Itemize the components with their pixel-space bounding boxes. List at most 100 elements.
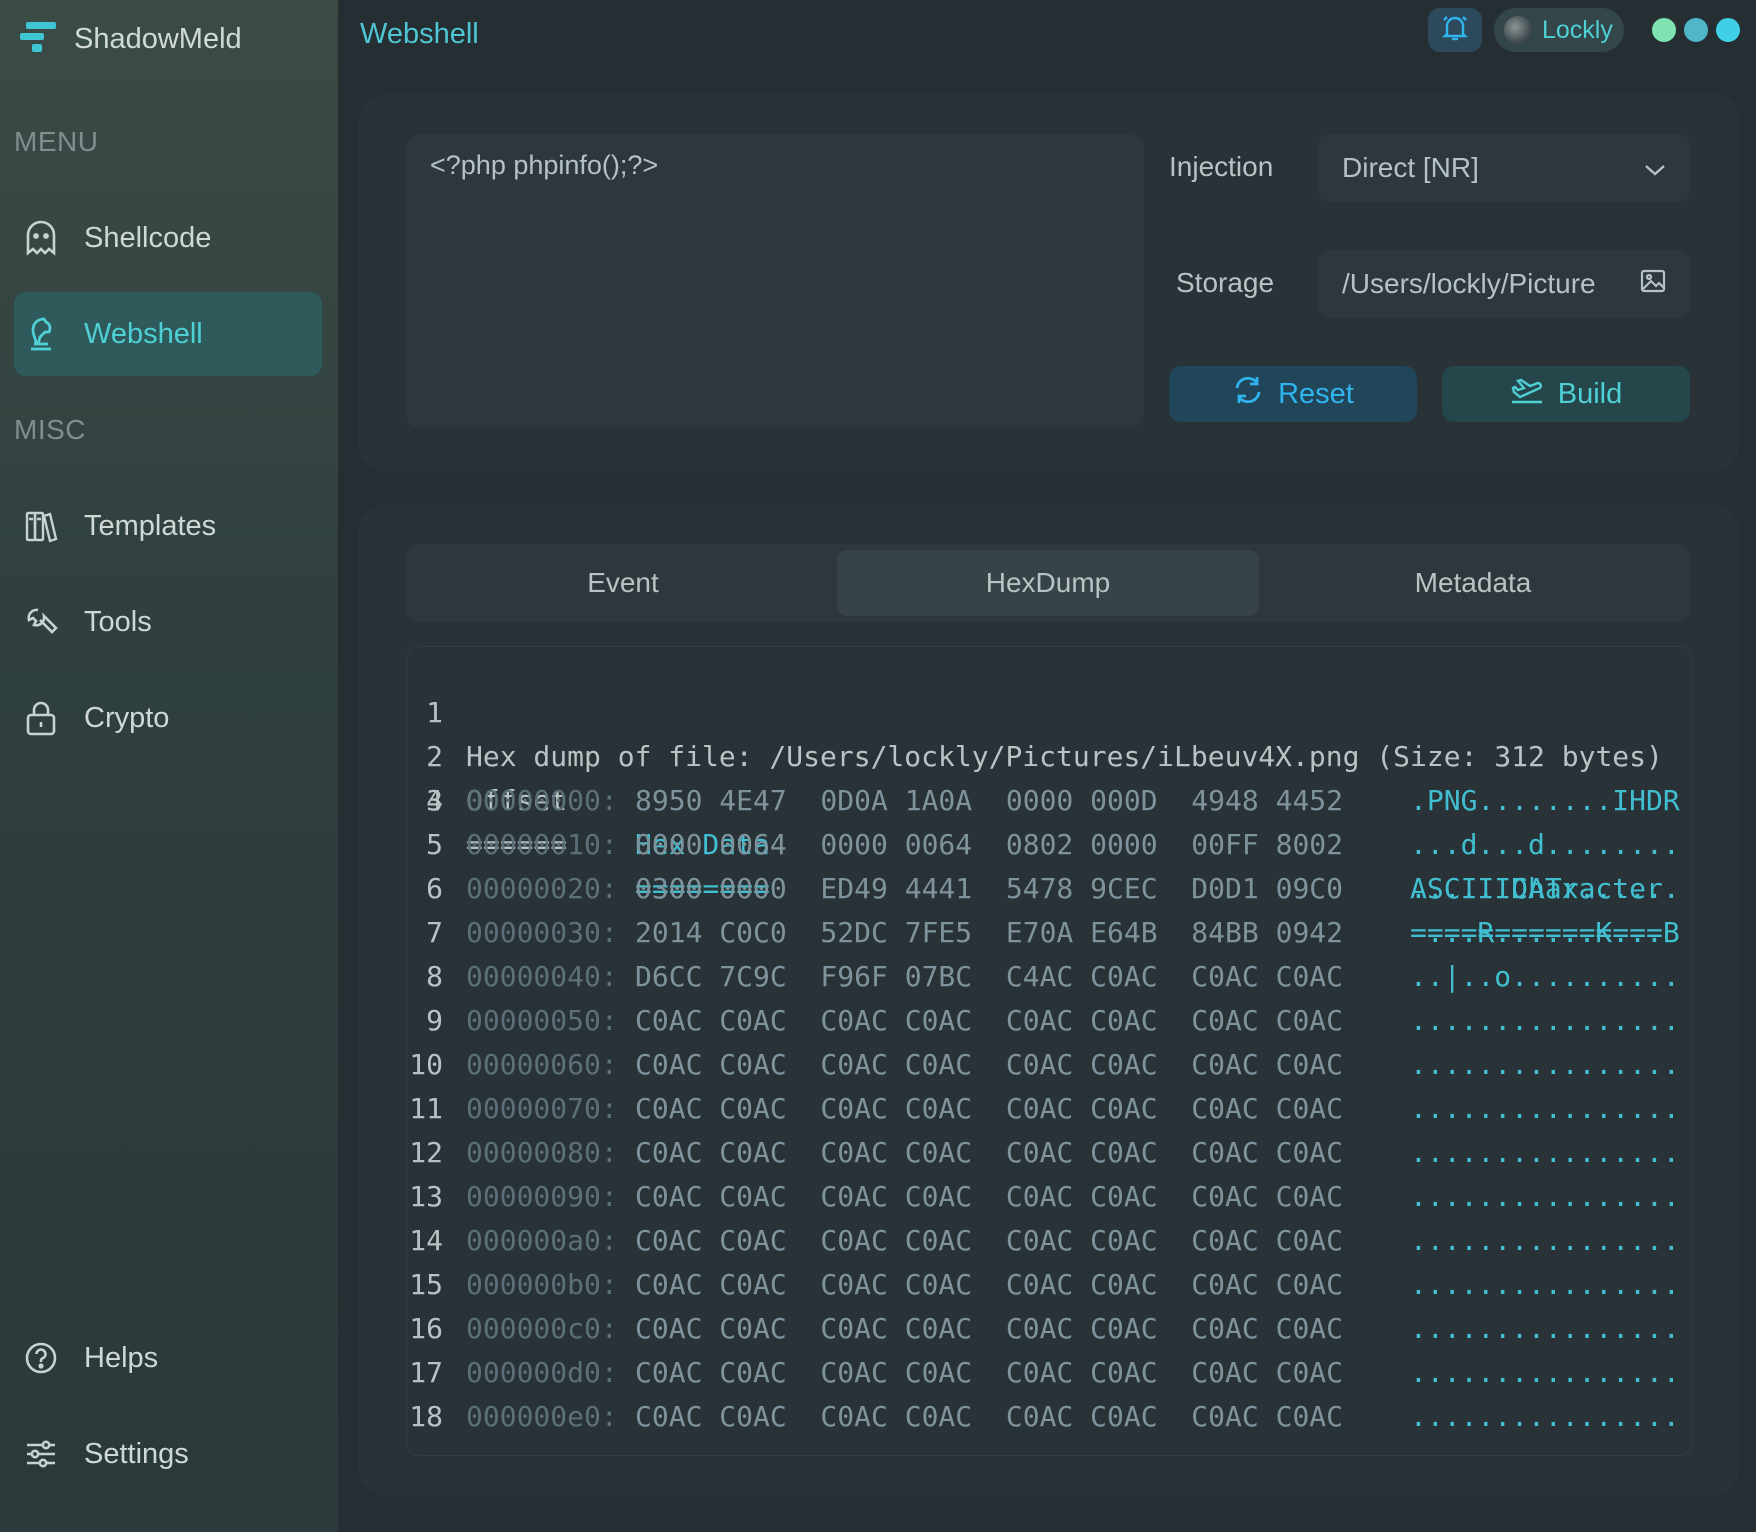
line-number: 14 bbox=[409, 1224, 443, 1257]
menu-section-label: MENU bbox=[14, 126, 99, 157]
injection-label: Injection bbox=[1169, 151, 1274, 182]
line-number: 10 bbox=[409, 1048, 443, 1081]
row-offset: 000000c0: bbox=[466, 1312, 618, 1345]
row-ascii: .....IDATx...... bbox=[1410, 872, 1680, 905]
chevron-down-icon bbox=[1644, 152, 1666, 184]
line-number: 12 bbox=[409, 1136, 443, 1169]
window-dot-cyan[interactable] bbox=[1716, 18, 1740, 42]
line-number: 9 bbox=[426, 1004, 443, 1037]
hexdump-viewer[interactable]: 1 Hex dump of file: /Users/lockly/Pictur… bbox=[406, 646, 1692, 1456]
ghost-icon bbox=[22, 219, 60, 257]
row-hex: C0AC C0AC C0AC C0AC C0AC C0AC C0AC C0AC bbox=[635, 1224, 1344, 1257]
books-icon bbox=[22, 507, 60, 545]
sidebar-item-label: Settings bbox=[84, 1437, 189, 1470]
row-hex: C0AC C0AC C0AC C0AC C0AC C0AC C0AC C0AC bbox=[635, 1004, 1344, 1037]
row-hex: C0AC C0AC C0AC C0AC C0AC C0AC C0AC C0AC bbox=[635, 1268, 1344, 1301]
line-number: 16 bbox=[409, 1312, 443, 1345]
window-dot-teal[interactable] bbox=[1684, 18, 1708, 42]
row-hex: C0AC C0AC C0AC C0AC C0AC C0AC C0AC C0AC bbox=[635, 1136, 1344, 1169]
window-dot-green[interactable] bbox=[1652, 18, 1676, 42]
sidebar-item-label: Webshell bbox=[84, 317, 203, 350]
sidebar-item-helps[interactable]: Helps bbox=[14, 1316, 322, 1400]
row-hex: C0AC C0AC C0AC C0AC C0AC C0AC C0AC C0AC bbox=[635, 1180, 1344, 1213]
avatar bbox=[1504, 16, 1532, 44]
sidebar-item-settings[interactable]: Settings bbox=[14, 1412, 322, 1496]
code-editor-content: <?php phpinfo();?> bbox=[430, 150, 659, 180]
hexdump-line: 2 Offset Hex Data ASCII Character bbox=[407, 691, 1663, 905]
tab-hexdump[interactable]: HexDump bbox=[837, 550, 1259, 616]
help-circle-icon bbox=[22, 1339, 60, 1377]
sidebar-item-label: Shellcode bbox=[84, 221, 212, 254]
notifications-button[interactable] bbox=[1428, 8, 1482, 52]
code-editor[interactable]: <?php phpinfo();?> bbox=[406, 134, 1144, 428]
build-label: Build bbox=[1557, 377, 1623, 410]
row-offset: 000000b0: bbox=[466, 1268, 618, 1301]
build-button[interactable]: Build bbox=[1442, 366, 1690, 422]
row-offset: 00000040: bbox=[466, 960, 618, 993]
row-offset: 00000070: bbox=[466, 1092, 618, 1125]
line-number: 6 bbox=[426, 872, 443, 905]
row-offset: 00000000: bbox=[466, 784, 618, 817]
sidebar-item-templates[interactable]: Templates bbox=[14, 484, 322, 568]
row-offset: 00000050: bbox=[466, 1004, 618, 1037]
line-number: 17 bbox=[409, 1356, 443, 1389]
row-offset: 000000e0: bbox=[466, 1400, 618, 1433]
row-offset: 000000d0: bbox=[466, 1356, 618, 1389]
row-offset: 00000090: bbox=[466, 1180, 618, 1213]
sliders-icon bbox=[22, 1435, 60, 1473]
row-offset: 00000060: bbox=[466, 1048, 618, 1081]
bell-icon bbox=[1442, 14, 1468, 47]
sidebar-item-shellcode[interactable]: Shellcode bbox=[14, 196, 322, 280]
sidebar-item-label: Helps bbox=[84, 1341, 159, 1374]
window-controls bbox=[1652, 18, 1740, 42]
row-ascii: ................ bbox=[1410, 1048, 1680, 1081]
chess-knight-icon bbox=[22, 315, 60, 353]
row-hex: C0AC C0AC C0AC C0AC C0AC C0AC C0AC C0AC bbox=[635, 1312, 1344, 1345]
row-ascii: ...d...d........ bbox=[1410, 828, 1680, 861]
row-ascii: .PNG........IHDR bbox=[1410, 784, 1680, 817]
user-menu[interactable]: Lockly bbox=[1494, 8, 1624, 52]
reset-label: Reset bbox=[1278, 377, 1354, 410]
storage-field[interactable]: /Users/lockly/Picture bbox=[1318, 250, 1690, 318]
sidebar-item-tools[interactable]: Tools bbox=[14, 580, 322, 664]
row-offset: 000000a0: bbox=[466, 1224, 618, 1257]
lock-icon bbox=[22, 699, 60, 737]
row-ascii: ................ bbox=[1410, 1312, 1680, 1345]
hexdump-line: 1 Hex dump of file: /Users/lockly/Pictur… bbox=[407, 647, 1663, 773]
line-number: 13 bbox=[409, 1180, 443, 1213]
line-number: 11 bbox=[409, 1092, 443, 1125]
row-offset: 00000030: bbox=[466, 916, 618, 949]
line-number: 8 bbox=[426, 960, 443, 993]
injection-value: Direct [NR] bbox=[1342, 152, 1479, 183]
tab-label: Event bbox=[587, 567, 659, 598]
row-hex: 0300 0000 ED49 4441 5478 9CEC D0D1 09C0 bbox=[635, 872, 1344, 905]
row-offset: 00000080: bbox=[466, 1136, 618, 1169]
row-ascii: ................ bbox=[1410, 1092, 1680, 1125]
brand[interactable]: ShadowMeld bbox=[20, 20, 242, 59]
row-hex: D6CC 7C9C F96F 07BC C4AC C0AC C0AC C0AC bbox=[635, 960, 1344, 993]
row-hex: C0AC C0AC C0AC C0AC C0AC C0AC C0AC C0AC bbox=[635, 1400, 1344, 1433]
row-ascii: ................ bbox=[1410, 1356, 1680, 1389]
row-ascii: ...R......K...B bbox=[1410, 916, 1680, 949]
app-name: ShadowMeld bbox=[74, 23, 242, 55]
image-icon[interactable] bbox=[1640, 268, 1666, 300]
injection-select[interactable]: Direct [NR] bbox=[1318, 134, 1690, 202]
line-number: 18 bbox=[409, 1400, 443, 1433]
line-number: 5 bbox=[426, 828, 443, 861]
sidebar-item-crypto[interactable]: Crypto bbox=[14, 676, 322, 760]
row-ascii: ..|..o.......... bbox=[1410, 960, 1680, 993]
tab-event[interactable]: Event bbox=[412, 550, 834, 616]
row-ascii: ................ bbox=[1410, 1136, 1680, 1169]
output-tabs: Event HexDump Metadata bbox=[406, 544, 1690, 622]
row-hex: 2014 C0C0 52DC 7FE5 E70A E64B 84BB 0942 bbox=[635, 916, 1344, 949]
sidebar-item-webshell[interactable]: Webshell bbox=[14, 292, 322, 376]
tab-metadata[interactable]: Metadata bbox=[1262, 550, 1684, 616]
reset-button[interactable]: Reset bbox=[1169, 366, 1417, 422]
user-name: Lockly bbox=[1542, 15, 1613, 44]
row-hex: C0AC C0AC C0AC C0AC C0AC C0AC C0AC C0AC bbox=[635, 1048, 1344, 1081]
line-number: 15 bbox=[409, 1268, 443, 1301]
sidebar: ShadowMeld MENU Shellcode Webshell MISC … bbox=[0, 0, 338, 1532]
tab-label: HexDump bbox=[985, 567, 1111, 598]
line-number: 7 bbox=[426, 916, 443, 949]
row-hex: 0000 0064 0000 0064 0802 0000 00FF 8002 bbox=[635, 828, 1344, 861]
